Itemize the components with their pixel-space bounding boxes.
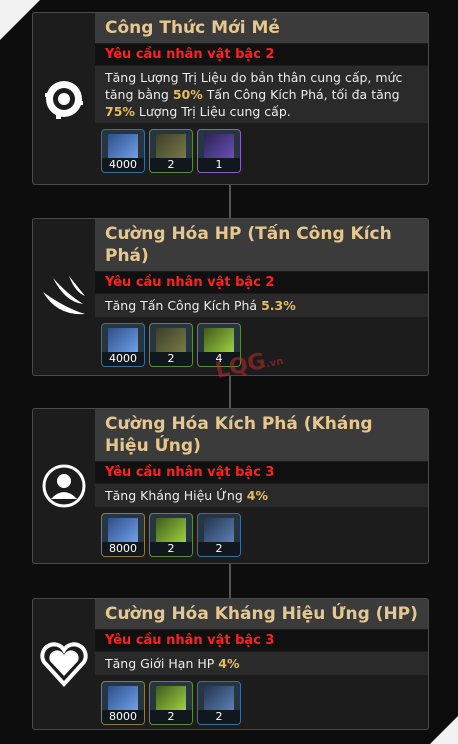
skill-title: Công Thức Mới Mẻ: [95, 13, 428, 43]
material-list: 8000 2 2: [95, 507, 428, 557]
person-shield-icon: [33, 409, 95, 563]
material-count: 2: [150, 158, 192, 172]
crystal-material-icon: [204, 134, 234, 158]
material-list: 8000 2 2: [95, 675, 428, 725]
tree-connector: [229, 562, 231, 598]
material-item[interactable]: 4000: [101, 323, 145, 367]
heart-icon: [33, 599, 95, 729]
material-item[interactable]: 8000: [101, 513, 145, 557]
shell-material-icon: [156, 134, 186, 158]
skill-description: Tăng Lượng Trị Liệu do bản thân cung cấp…: [95, 66, 428, 123]
skill-description: Tăng Tấn Công Kích Phá 5.3%: [95, 294, 428, 317]
skill-book-icon: [108, 518, 138, 542]
material-item[interactable]: 8000: [101, 681, 145, 725]
material-item[interactable]: 2: [149, 129, 193, 173]
material-count: 2: [198, 542, 240, 556]
material-count: 2: [150, 352, 192, 366]
requirement-text: Yêu cầu nhân vật bậc 2: [95, 272, 428, 293]
green-shell-material-icon: [204, 328, 234, 352]
tools-material-icon: [204, 518, 234, 542]
material-count: 8000: [102, 710, 144, 724]
material-item[interactable]: 2: [149, 513, 193, 557]
skill-card[interactable]: Cường Hóa Kháng Hiệu Ứng (HP) Yêu cầu nh…: [32, 598, 429, 730]
skill-description: Tăng Kháng Hiệu Ứng 4%: [95, 484, 428, 507]
material-count: 4000: [102, 158, 144, 172]
material-item[interactable]: 2: [149, 323, 193, 367]
shell-material-icon: [156, 328, 186, 352]
material-count: 8000: [102, 542, 144, 556]
material-item[interactable]: 1: [197, 129, 241, 173]
material-item[interactable]: 2: [197, 513, 241, 557]
skill-card[interactable]: Cường Hóa HP (Tấn Công Kích Phá) Yêu cầu…: [32, 218, 429, 376]
requirement-text: Yêu cầu nhân vật bậc 3: [95, 630, 428, 651]
requirement-text: Yêu cầu nhân vật bậc 2: [95, 44, 428, 65]
leaf-material-icon: [156, 686, 186, 710]
claw-slash-icon: [33, 219, 95, 375]
material-item[interactable]: 2: [197, 681, 241, 725]
skill-book-icon: [108, 134, 138, 158]
skill-description: Tăng Giới Hạn HP 4%: [95, 652, 428, 675]
skill-card[interactable]: Cường Hóa Kích Phá (Kháng Hiệu Ứng) Yêu …: [32, 408, 429, 564]
material-count: 4000: [102, 352, 144, 366]
material-count: 2: [150, 710, 192, 724]
tools-material-icon: [204, 686, 234, 710]
leaf-material-icon: [156, 518, 186, 542]
formula-icon: [33, 13, 95, 184]
skill-title: Cường Hóa Kháng Hiệu Ứng (HP): [95, 599, 428, 629]
requirement-text: Yêu cầu nhân vật bậc 3: [95, 462, 428, 483]
skill-title: Cường Hóa Kích Phá (Kháng Hiệu Ứng): [95, 409, 428, 461]
material-count: 2: [198, 710, 240, 724]
corner-decoration: [430, 716, 458, 744]
skill-book-icon: [108, 328, 138, 352]
skill-title: Cường Hóa HP (Tấn Công Kích Phá): [95, 219, 428, 271]
material-item[interactable]: 4000: [101, 129, 145, 173]
material-count: 1: [198, 158, 240, 172]
skill-book-icon: [108, 686, 138, 710]
material-count: 2: [150, 542, 192, 556]
skill-card[interactable]: Công Thức Mới Mẻ Yêu cầu nhân vật bậc 2 …: [32, 12, 429, 185]
material-item[interactable]: 2: [149, 681, 193, 725]
material-list: 4000 2 1: [95, 123, 428, 173]
tree-connector: [229, 184, 231, 218]
